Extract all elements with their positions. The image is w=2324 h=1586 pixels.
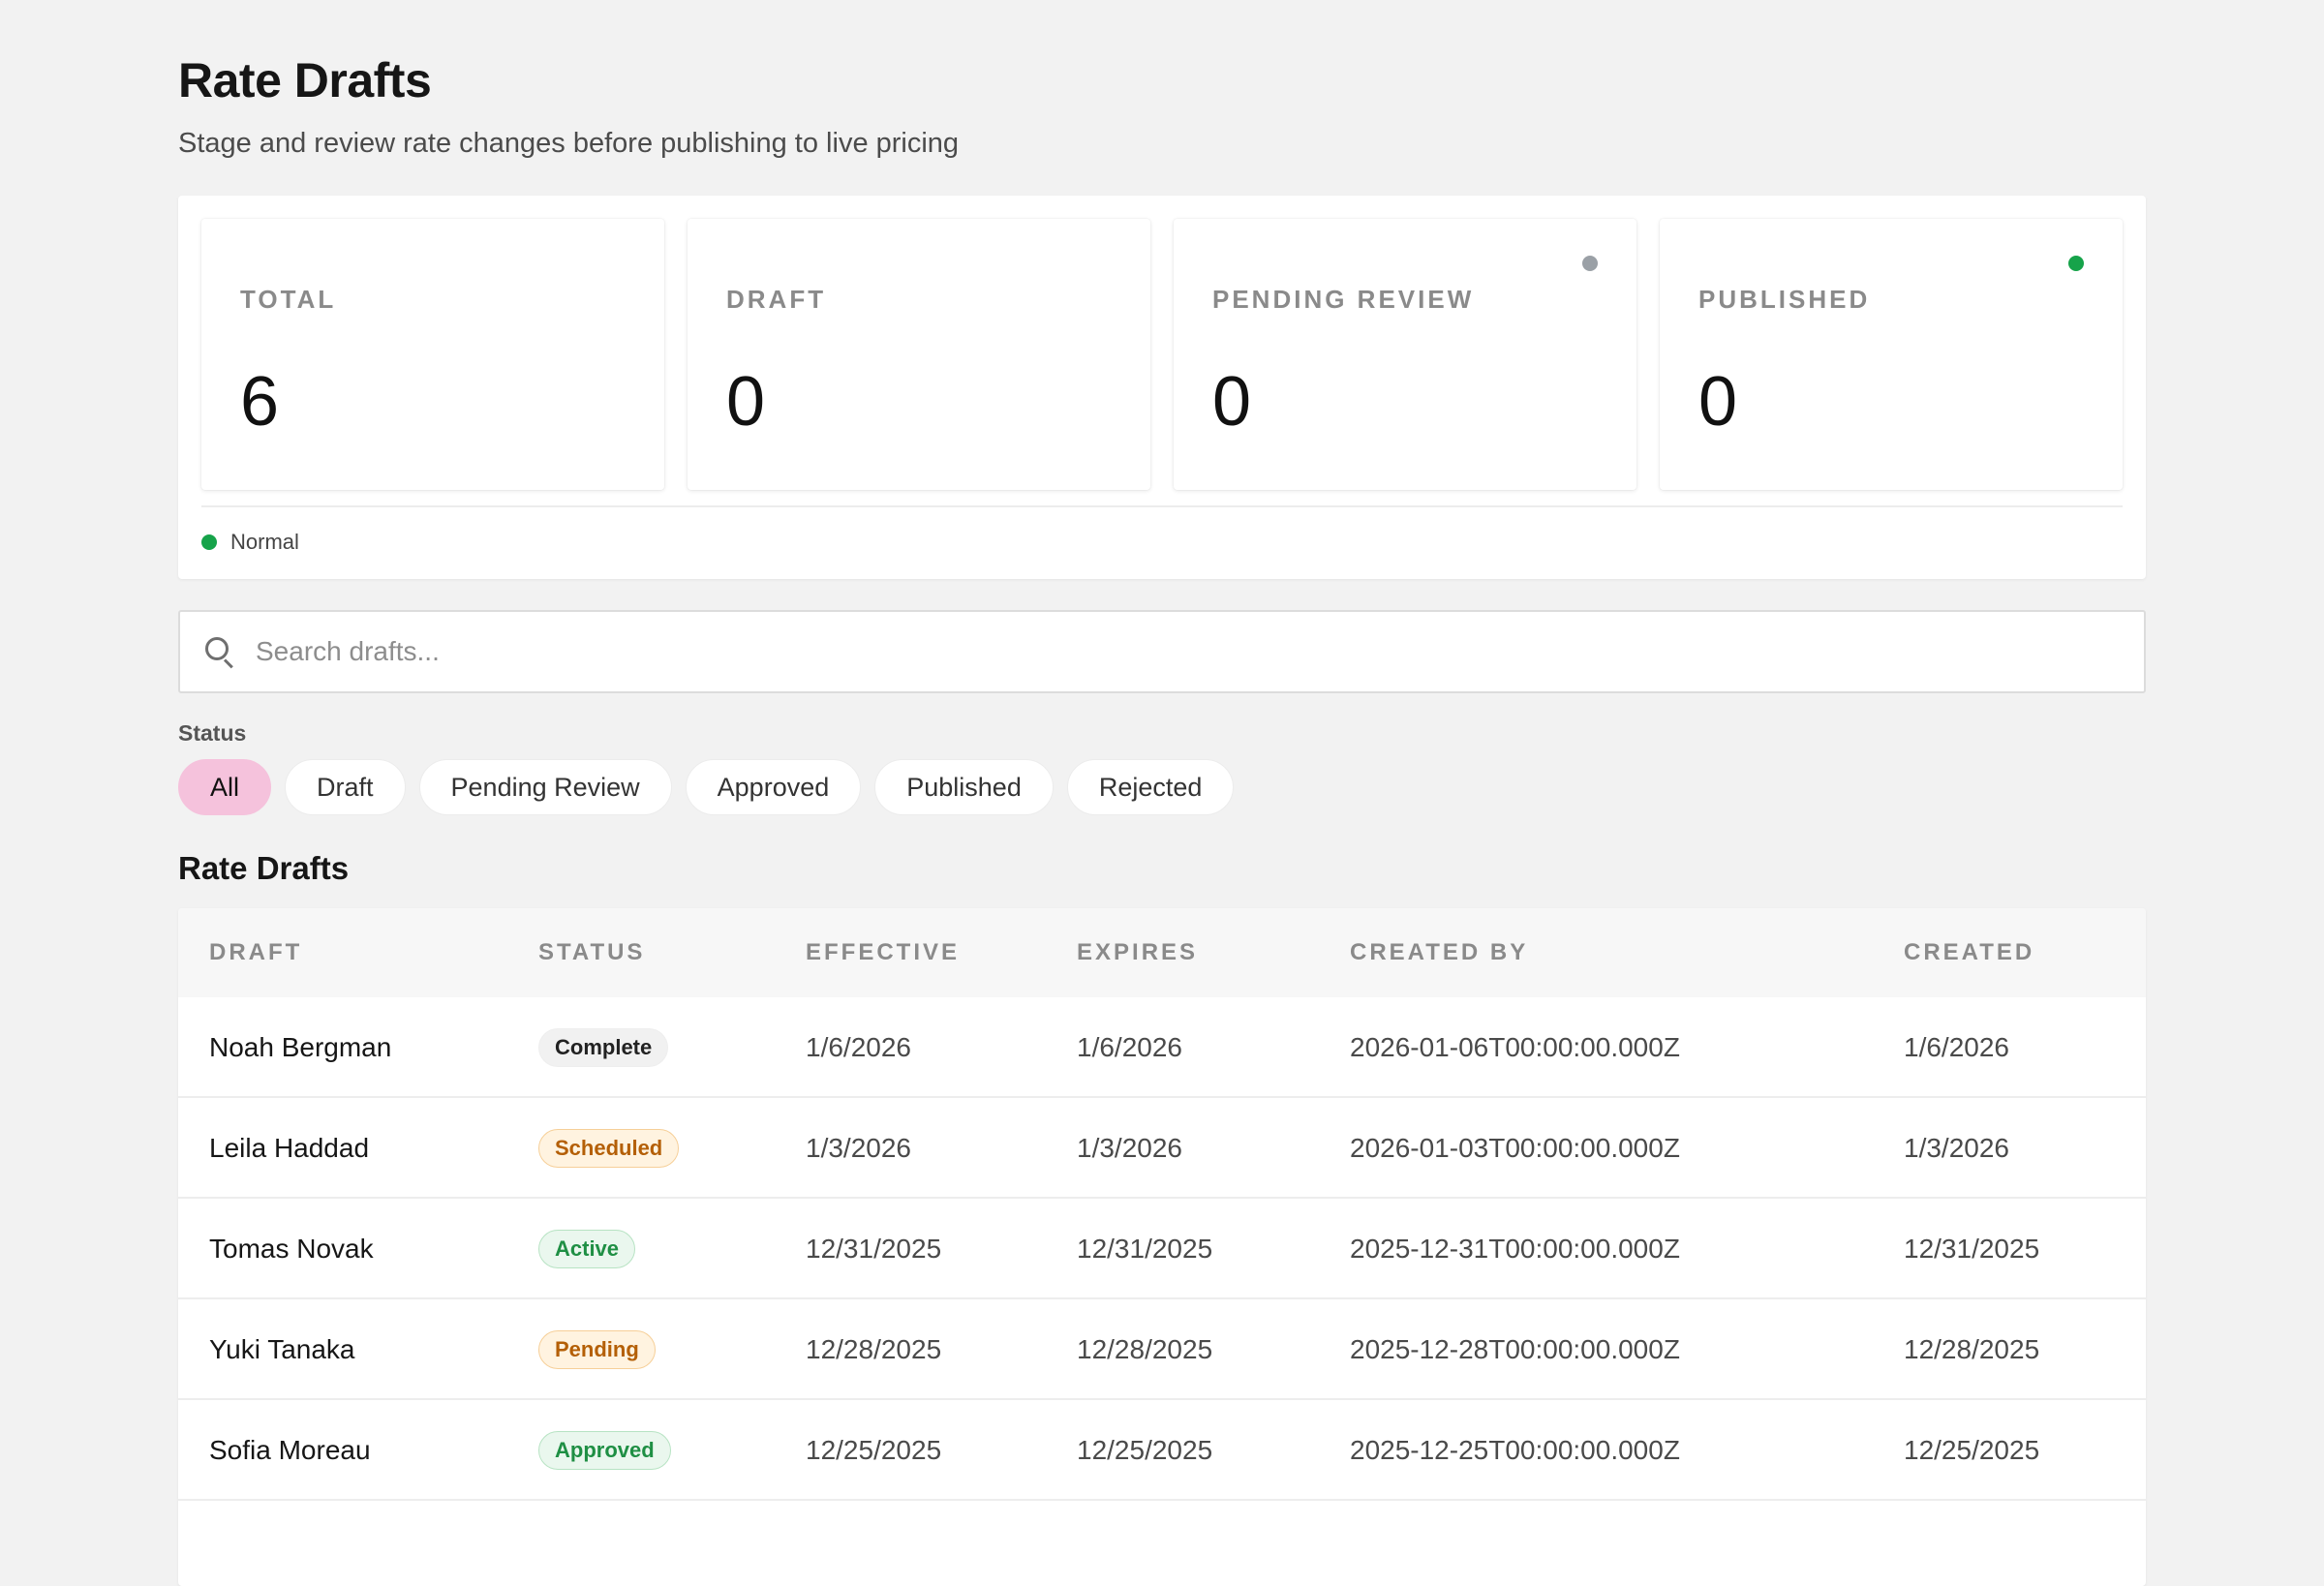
filter-chip-draft[interactable]: Draft [285, 759, 406, 815]
draft-name: Noah Bergman [209, 1032, 392, 1062]
status-dot-icon [1582, 256, 1598, 271]
created-by: 2026-01-03T00:00:00.000Z [1350, 1133, 1680, 1163]
status-badge: Complete [538, 1028, 669, 1067]
table-row[interactable]: Yuki Tanaka Pending 12/28/2025 12/28/202… [178, 1299, 2146, 1400]
legend-dot-icon [201, 534, 217, 550]
stat-label: DRAFT [726, 285, 827, 314]
page-title: Rate Drafts [178, 53, 432, 107]
stat-label: TOTAL [240, 285, 337, 314]
effective-date: 12/28/2025 [806, 1334, 942, 1364]
status-badge: Active [538, 1230, 636, 1268]
created-by: 2025-12-28T00:00:00.000Z [1350, 1334, 1680, 1364]
status-badge: Approved [538, 1431, 671, 1470]
stat-value: 0 [1212, 363, 1252, 441]
draft-name: Tomas Novak [209, 1234, 374, 1264]
stat-card-published: PUBLISHED 0 [1660, 219, 2123, 490]
draft-name: Leila Haddad [209, 1133, 370, 1163]
status-dot-icon [2068, 256, 2084, 271]
stat-value: 6 [240, 363, 280, 441]
panel-divider [201, 505, 2123, 507]
stat-cards: TOTAL 6 DRAFT 0 PENDING REVIEW 0 PUBLISH… [201, 219, 2123, 490]
filter-chip-all[interactable]: All [178, 759, 272, 815]
search-icon [203, 635, 236, 669]
expires-date: 1/3/2026 [1077, 1133, 1182, 1163]
table-header: DRAFT STATUS EFFECTIVE EXPIRES CREATED B… [178, 908, 2146, 997]
status-badge: Pending [538, 1330, 656, 1369]
status-cell: Complete [538, 997, 669, 1098]
summary-panel: TOTAL 6 DRAFT 0 PENDING REVIEW 0 PUBLISH… [178, 196, 2146, 579]
table-title: Rate Drafts [178, 850, 350, 886]
legend-label: Normal [230, 530, 299, 554]
status-filter-chips: All Draft Pending Review Approved Publis… [178, 759, 1235, 815]
stat-value: 0 [1698, 363, 1738, 441]
filter-chip-pending-review[interactable]: Pending Review [418, 759, 672, 815]
stat-card-pending-review: PENDING REVIEW 0 [1174, 219, 1636, 490]
created-by: 2026-01-06T00:00:00.000Z [1350, 1032, 1680, 1062]
column-header-draft[interactable]: DRAFT [209, 939, 302, 966]
column-header-created[interactable]: CREATED [1904, 939, 2034, 966]
expires-date: 1/6/2026 [1077, 1032, 1182, 1062]
draft-name: Yuki Tanaka [209, 1334, 355, 1364]
table-row[interactable]: Tomas Novak Active 12/31/2025 12/31/2025… [178, 1199, 2146, 1299]
stat-card-total: TOTAL 6 [201, 219, 664, 490]
stat-value: 0 [726, 363, 766, 441]
expires-date: 12/31/2025 [1077, 1234, 1213, 1264]
filter-chip-approved[interactable]: Approved [685, 759, 862, 815]
status-cell: Active [538, 1199, 636, 1299]
column-header-created-by[interactable]: CREATED BY [1350, 939, 1528, 966]
filter-chip-published[interactable]: Published [874, 759, 1054, 815]
status-cell: Scheduled [538, 1098, 680, 1199]
effective-date: 12/25/2025 [806, 1435, 942, 1465]
table-row[interactable]: Leila Haddad Scheduled 1/3/2026 1/3/2026… [178, 1098, 2146, 1199]
effective-date: 1/3/2026 [806, 1133, 911, 1163]
search-box [178, 610, 2146, 693]
status-filter-label: Status [178, 720, 247, 746]
created-date: 1/3/2026 [1904, 1133, 2009, 1163]
status-cell: Approved [538, 1400, 671, 1501]
created-date: 12/28/2025 [1904, 1334, 2040, 1364]
created-date: 1/6/2026 [1904, 1032, 2009, 1062]
status-badge: Scheduled [538, 1129, 680, 1168]
table-row[interactable]: Noah Bergman Complete 1/6/2026 1/6/2026 … [178, 997, 2146, 1098]
column-header-status[interactable]: STATUS [538, 939, 645, 966]
search-input[interactable] [256, 636, 2095, 667]
created-by: 2025-12-25T00:00:00.000Z [1350, 1435, 1680, 1465]
created-date: 12/25/2025 [1904, 1435, 2040, 1465]
expires-date: 12/28/2025 [1077, 1334, 1213, 1364]
draft-name: Sofia Moreau [209, 1435, 371, 1465]
expires-date: 12/25/2025 [1077, 1435, 1213, 1465]
column-header-expires[interactable]: EXPIRES [1077, 939, 1198, 966]
table-row[interactable]: Sofia Moreau Approved 12/25/2025 12/25/2… [178, 1400, 2146, 1501]
status-cell: Pending [538, 1299, 656, 1400]
page-subtitle: Stage and review rate changes before pub… [178, 128, 960, 159]
drafts-table: DRAFT STATUS EFFECTIVE EXPIRES CREATED B… [178, 908, 2146, 1586]
column-header-effective[interactable]: EFFECTIVE [806, 939, 960, 966]
stat-label: PENDING REVIEW [1212, 285, 1475, 314]
created-by: 2025-12-31T00:00:00.000Z [1350, 1234, 1680, 1264]
created-date: 12/31/2025 [1904, 1234, 2040, 1264]
effective-date: 12/31/2025 [806, 1234, 942, 1264]
filter-chip-rejected[interactable]: Rejected [1066, 759, 1235, 815]
legend: Normal [201, 525, 299, 560]
stat-label: PUBLISHED [1698, 285, 1871, 314]
effective-date: 1/6/2026 [806, 1032, 911, 1062]
stat-card-draft: DRAFT 0 [688, 219, 1150, 490]
